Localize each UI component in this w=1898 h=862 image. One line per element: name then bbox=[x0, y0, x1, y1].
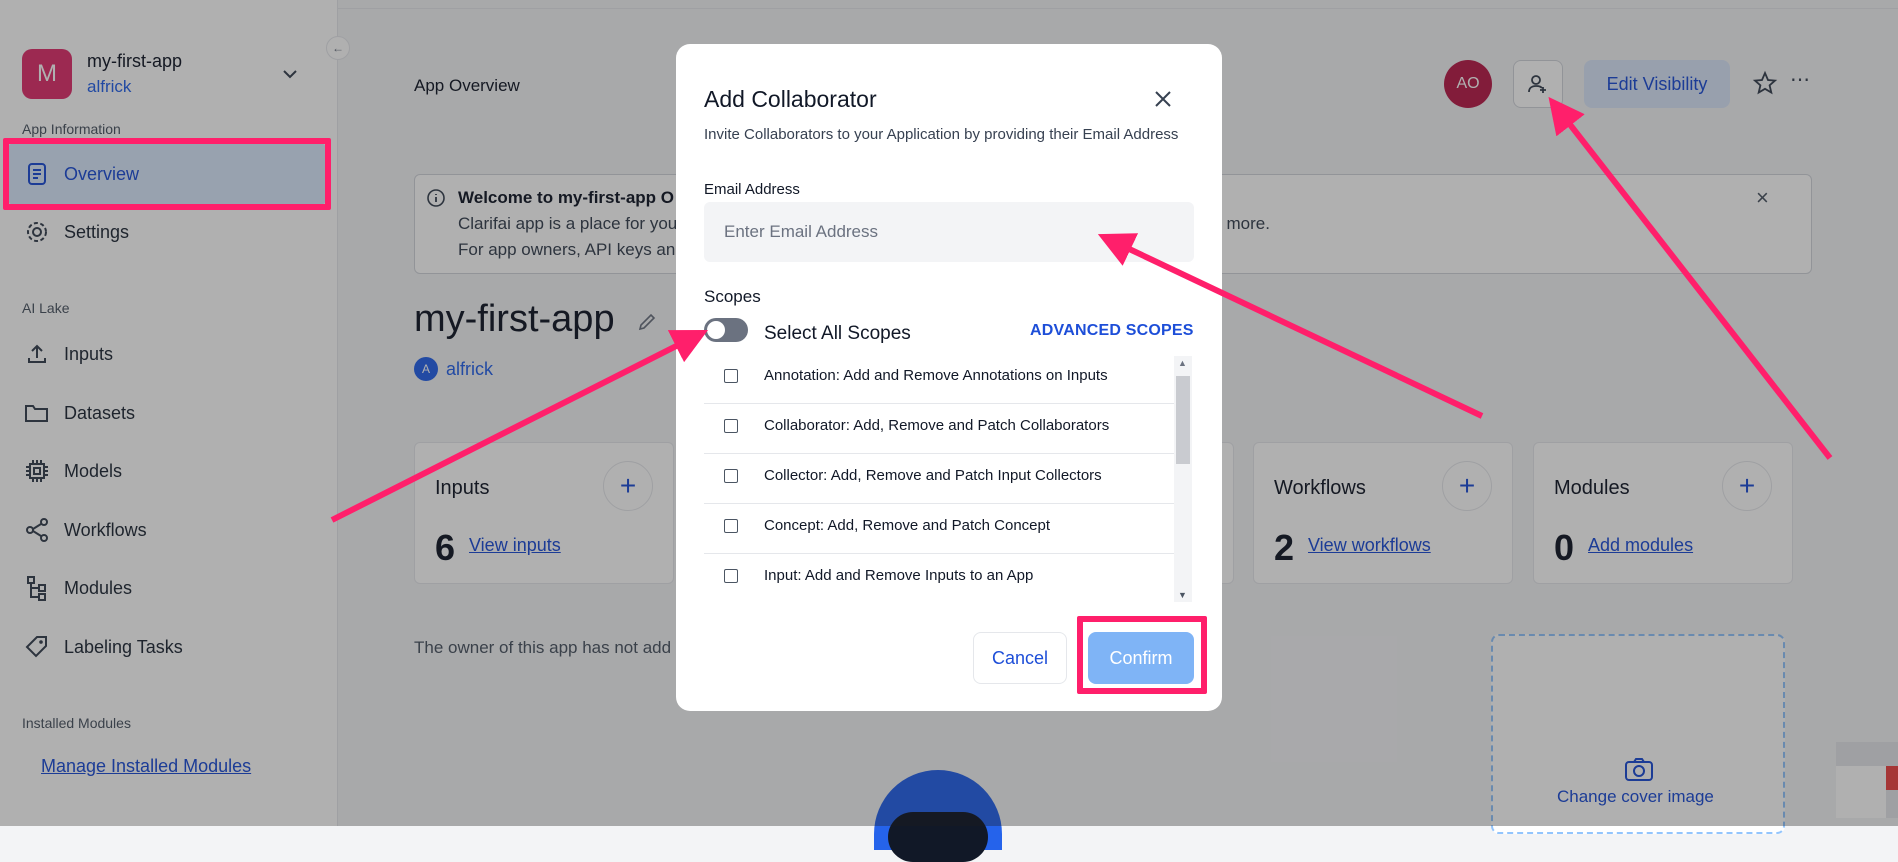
add-collaborator-modal: Add Collaborator Invite Collaborators to… bbox=[676, 44, 1222, 711]
close-icon[interactable] bbox=[1148, 84, 1178, 114]
email-label: Email Address bbox=[704, 181, 800, 198]
scope-row[interactable]: Concept: Add, Remove and Patch Concept bbox=[704, 504, 1174, 554]
email-field[interactable] bbox=[704, 202, 1194, 262]
scope-label: Annotation: Add and Remove Annotations o… bbox=[764, 367, 1108, 384]
scope-label: Collaborator: Add, Remove and Patch Coll… bbox=[764, 417, 1110, 434]
scope-row[interactable]: Collaborator: Add, Remove and Patch Coll… bbox=[704, 404, 1174, 454]
scope-row[interactable]: Input: Add and Remove Inputs to an App bbox=[704, 554, 1174, 602]
scroll-down-icon[interactable]: ▼ bbox=[1178, 590, 1187, 600]
select-all-scopes-toggle[interactable] bbox=[704, 318, 748, 342]
modal-title: Add Collaborator bbox=[704, 86, 877, 112]
scope-label: Input: Add and Remove Inputs to an App bbox=[764, 567, 1034, 584]
scroll-up-icon[interactable]: ▲ bbox=[1178, 358, 1187, 368]
scopes-label: Scopes bbox=[704, 287, 761, 306]
scope-checkbox[interactable] bbox=[724, 519, 738, 533]
scope-label: Collector: Add, Remove and Patch Input C… bbox=[764, 467, 1102, 484]
cancel-button[interactable]: Cancel bbox=[973, 632, 1067, 684]
scopes-scrollbar[interactable]: ▲ ▼ bbox=[1174, 356, 1192, 602]
scrollbar-thumb[interactable] bbox=[1176, 376, 1190, 464]
scopes-list: Annotation: Add and Remove Annotations o… bbox=[704, 354, 1194, 602]
highlight-confirm bbox=[1077, 616, 1207, 694]
scope-checkbox[interactable] bbox=[724, 419, 738, 433]
scope-row[interactable]: Collector: Add, Remove and Patch Input C… bbox=[704, 454, 1174, 504]
scope-label: Concept: Add, Remove and Patch Concept bbox=[764, 517, 1051, 534]
select-all-scopes-label: Select All Scopes bbox=[764, 323, 911, 344]
scope-row[interactable]: Annotation: Add and Remove Annotations o… bbox=[704, 354, 1174, 404]
scope-checkbox[interactable] bbox=[724, 469, 738, 483]
scope-checkbox[interactable] bbox=[724, 569, 738, 583]
advanced-scopes-link[interactable]: ADVANCED SCOPES bbox=[1030, 322, 1194, 340]
modal-subtitle: Invite Collaborators to your Application… bbox=[704, 126, 1179, 143]
scope-checkbox[interactable] bbox=[724, 369, 738, 383]
highlight-overview bbox=[3, 138, 331, 210]
